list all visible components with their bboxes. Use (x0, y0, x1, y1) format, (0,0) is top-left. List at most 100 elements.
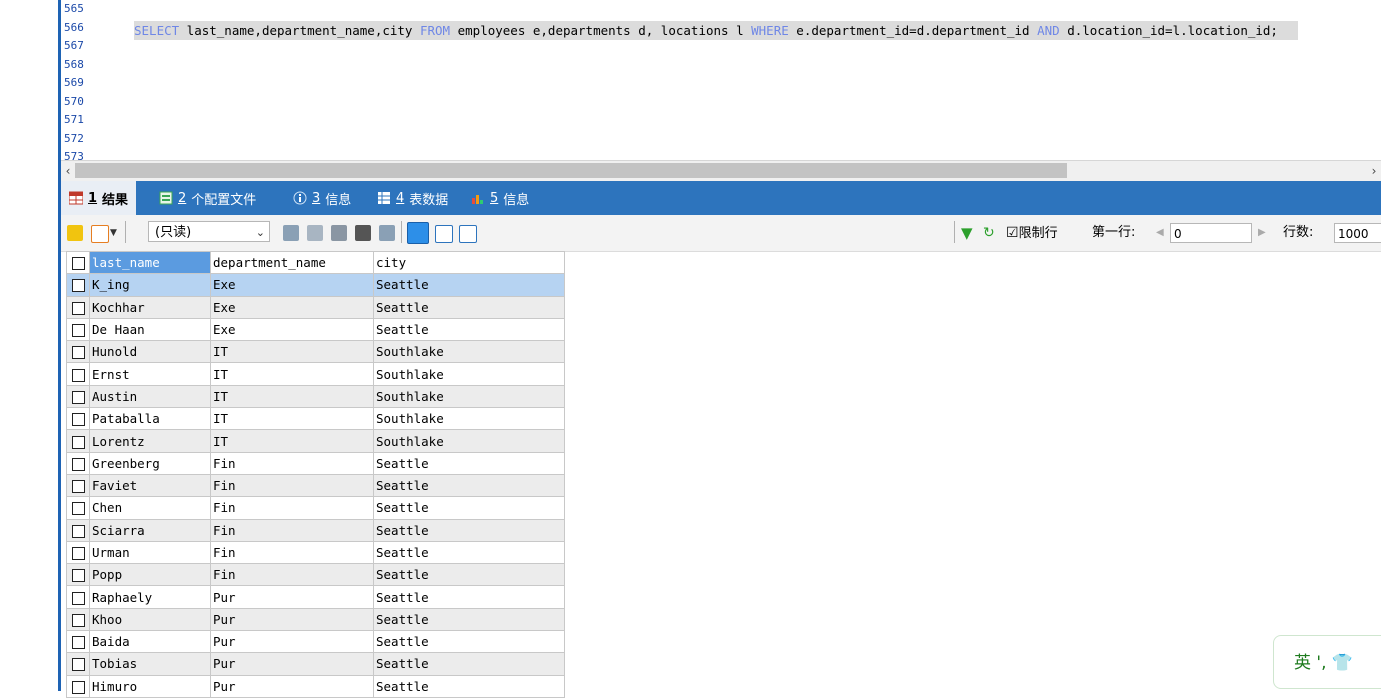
table-row[interactable]: Popp Fin Seattle (66, 563, 565, 587)
column-header-city[interactable]: city (373, 250, 565, 275)
cell-last-name[interactable]: Urman (89, 540, 211, 565)
cell-department-name[interactable]: Fin (210, 496, 374, 520)
table-row[interactable]: K_ing Exe Seattle (66, 273, 565, 297)
cell-city[interactable]: Seattle (373, 496, 565, 520)
table-row[interactable]: Faviet Fin Seattle (66, 473, 565, 498)
duplicate-row-icon[interactable] (307, 225, 323, 241)
cell-last-name[interactable]: Austin (89, 384, 211, 409)
previous-page-icon[interactable]: ◀ (1156, 215, 1164, 251)
table-row[interactable]: Sciarra Fin Seattle (66, 518, 565, 542)
cell-department-name[interactable]: Fin (210, 563, 374, 587)
cell-department-name[interactable]: Fin (210, 518, 374, 542)
cell-last-name[interactable]: Popp (89, 563, 211, 587)
table-row[interactable]: Austin IT Southlake (66, 384, 565, 409)
cell-last-name[interactable]: Chen (89, 496, 211, 520)
row-checkbox[interactable] (66, 407, 90, 431)
cell-last-name[interactable]: Ernst (89, 362, 211, 386)
scroll-right-arrow-icon[interactable]: › (1367, 161, 1381, 181)
row-checkbox[interactable] (66, 362, 90, 386)
cell-city[interactable]: Southlake (373, 407, 565, 431)
column-header-last-name[interactable]: last_name (89, 250, 211, 275)
cell-department-name[interactable]: Pur (210, 652, 374, 676)
table-row[interactable]: Urman Fin Seattle (66, 540, 565, 565)
tab-table-data[interactable]: 4 表数据 (377, 181, 448, 215)
tab-info[interactable]: 3 信息 (293, 181, 351, 215)
cell-last-name[interactable]: Kochhar (89, 295, 211, 319)
chevron-down-icon[interactable]: ▼ (110, 225, 120, 241)
table-row[interactable]: Khoo Pur Seattle (66, 607, 565, 632)
row-checkbox[interactable] (66, 273, 90, 297)
cell-city[interactable]: Seattle (373, 518, 565, 542)
table-row[interactable]: De Haan Exe Seattle (66, 317, 565, 342)
cell-last-name[interactable]: Lorentz (89, 429, 211, 453)
sql-query-line[interactable]: SELECT last_name,department_name,city FR… (134, 21, 1298, 40)
cell-department-name[interactable]: Fin (210, 473, 374, 498)
row-checkbox[interactable] (66, 496, 90, 520)
cell-department-name[interactable]: Exe (210, 317, 374, 342)
row-checkbox[interactable] (66, 340, 90, 364)
results-grid[interactable]: last_name department_name city K_ing Exe S… (66, 250, 565, 698)
tab-info-2[interactable]: 5 信息 (471, 181, 529, 215)
cell-city[interactable]: Seattle (373, 540, 565, 565)
cell-city[interactable]: Seattle (373, 273, 565, 297)
cell-last-name[interactable]: Raphaely (89, 585, 211, 609)
cell-city[interactable]: Southlake (373, 429, 565, 453)
cell-city[interactable]: Seattle (373, 295, 565, 319)
scrollbar-thumb[interactable] (75, 163, 1067, 178)
row-checkbox[interactable] (66, 585, 90, 609)
cell-department-name[interactable]: Pur (210, 630, 374, 654)
readonly-select[interactable]: (只读) ⌄ (148, 221, 270, 242)
table-row[interactable]: Kochhar Exe Seattle (66, 295, 565, 319)
cell-city[interactable]: Seattle (373, 585, 565, 609)
row-checkbox[interactable] (66, 674, 90, 698)
rows-count-input[interactable]: 1000 (1334, 223, 1381, 243)
sql-editor[interactable]: 565 566 567 568 569 570 571 572 573 SELECT last_… (61, 0, 1381, 160)
row-checkbox[interactable] (66, 429, 90, 453)
cell-department-name[interactable]: IT (210, 384, 374, 409)
table-row[interactable]: Raphaely Pur Seattle (66, 585, 565, 609)
cell-department-name[interactable]: Exe (210, 273, 374, 297)
save-icon[interactable] (331, 225, 347, 241)
row-checkbox[interactable] (66, 652, 90, 676)
cell-last-name[interactable]: Baida (89, 630, 211, 654)
cell-last-name[interactable]: De Haan (89, 317, 211, 342)
table-row[interactable]: Lorentz IT Southlake (66, 429, 565, 453)
cell-department-name[interactable]: Pur (210, 585, 374, 609)
insert-row-icon[interactable] (283, 225, 299, 241)
tab-result[interactable]: 1 结果 (61, 181, 137, 215)
cell-last-name[interactable]: Hunold (89, 340, 211, 364)
refresh-grid-icon[interactable] (67, 225, 83, 241)
cell-city[interactable]: Seattle (373, 607, 565, 632)
row-checkbox[interactable] (66, 317, 90, 342)
view-mode-icon[interactable] (91, 225, 109, 243)
cell-city[interactable]: Seattle (373, 674, 565, 698)
table-row[interactable]: Ernst IT Southlake (66, 362, 565, 386)
scroll-left-arrow-icon[interactable]: ‹ (61, 161, 75, 181)
row-checkbox[interactable] (66, 630, 90, 654)
filter-icon[interactable]: ▼ (961, 215, 973, 251)
ime-status-widget[interactable]: 英 ', 👕 (1273, 635, 1381, 689)
cell-department-name[interactable]: Fin (210, 540, 374, 565)
cell-city[interactable]: Seattle (373, 317, 565, 342)
cell-city[interactable]: Seattle (373, 473, 565, 498)
row-checkbox[interactable] (66, 607, 90, 632)
editor-horizontal-scrollbar[interactable]: ‹ › (61, 160, 1381, 181)
cell-last-name[interactable]: Tobias (89, 652, 211, 676)
first-row-input[interactable]: 0 (1170, 223, 1252, 243)
cell-city[interactable]: Southlake (373, 340, 565, 364)
table-row[interactable]: Chen Fin Seattle (66, 496, 565, 520)
cell-last-name[interactable]: K_ing (89, 273, 211, 297)
refresh-icon[interactable]: ↻ (983, 215, 995, 251)
cell-department-name[interactable]: IT (210, 340, 374, 364)
cell-department-name[interactable]: IT (210, 429, 374, 453)
row-checkbox[interactable] (66, 295, 90, 319)
cell-city[interactable]: Seattle (373, 563, 565, 587)
cell-last-name[interactable]: Greenberg (89, 451, 211, 475)
cell-last-name[interactable]: Faviet (89, 473, 211, 498)
cell-department-name[interactable]: Exe (210, 295, 374, 319)
cell-last-name[interactable]: Khoo (89, 607, 211, 632)
cell-city[interactable]: Seattle (373, 630, 565, 654)
row-checkbox[interactable] (66, 451, 90, 475)
cell-last-name[interactable]: Sciarra (89, 518, 211, 542)
row-checkbox[interactable] (66, 563, 90, 587)
